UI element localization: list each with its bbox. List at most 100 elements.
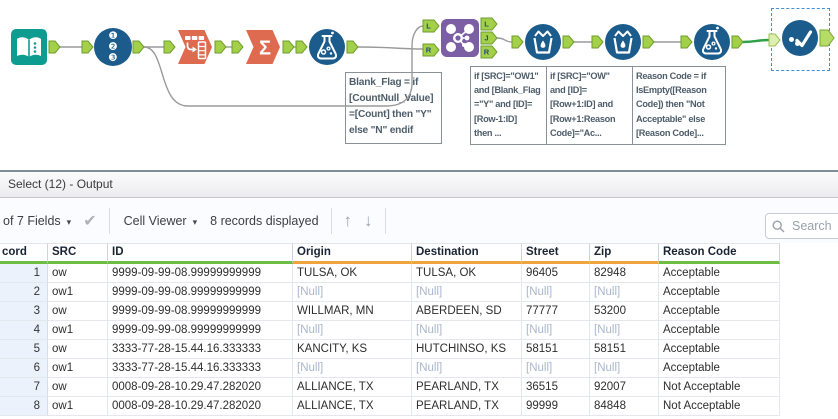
tool-record-id[interactable]: ❶ ❷ ❸ [94, 28, 132, 66]
chevron-down-icon[interactable]: ▾ [193, 217, 198, 228]
table-cell[interactable]: ALLIANCE, TX [293, 397, 412, 416]
table-cell[interactable]: 0008-09-28-10.29.47.282020 [108, 378, 293, 397]
table-cell[interactable]: 3333-77-28-15.44.16.333333 [108, 359, 293, 378]
search-input[interactable] [790, 218, 838, 234]
table-cell[interactable]: 0008-09-28-10.29.47.282020 [108, 397, 293, 416]
row-number[interactable]: 6 [0, 359, 48, 378]
tool-multi-row-formula-2[interactable] [604, 23, 642, 61]
table-cell[interactable]: [Null] [590, 359, 659, 378]
table-cell[interactable]: 9999-09-99-08.99999999999 [108, 264, 293, 283]
table-cell[interactable]: 92007 [590, 378, 659, 397]
apply-check-icon[interactable]: ✔ [83, 211, 96, 231]
connection-formula2-select-highlighted[interactable] [742, 38, 770, 44]
fields-dropdown[interactable]: of 7 Fields [3, 214, 61, 228]
output-anchor-transpose[interactable] [214, 40, 227, 54]
table-cell[interactable]: [Null] [522, 321, 590, 340]
tool-input-data[interactable] [10, 28, 48, 66]
table-cell[interactable]: PEARLAND, TX [412, 397, 522, 416]
tool-summarize[interactable]: Σ [244, 28, 282, 66]
input-anchor-summarize[interactable] [231, 40, 244, 54]
input-anchor-transpose[interactable] [163, 40, 176, 54]
table-cell[interactable]: [Null] [412, 283, 522, 302]
column-header-id[interactable]: ID [108, 243, 293, 264]
search-box[interactable] [765, 213, 838, 239]
table-cell[interactable]: KANCITY, KS [293, 340, 412, 359]
connection-join-multirow1[interactable] [496, 37, 513, 43]
table-row[interactable]: 3 ow 9999-09-99-08.99999999999 WILLMAR, MN A… [0, 302, 780, 321]
row-number[interactable]: 4 [0, 321, 48, 340]
table-cell[interactable]: [Null] [522, 283, 590, 302]
row-number[interactable]: 3 [0, 302, 48, 321]
table-cell[interactable]: Acceptable [659, 359, 780, 378]
row-number[interactable]: 7 [0, 378, 48, 397]
row-number[interactable]: 8 [0, 397, 48, 416]
input-anchor-select[interactable] [768, 33, 781, 47]
table-cell[interactable]: [Null] [590, 283, 659, 302]
table-cell[interactable]: 96405 [522, 264, 590, 283]
table-cell[interactable]: [Null] [293, 283, 412, 302]
chevron-down-icon[interactable]: ▾ [67, 217, 72, 228]
arrow-down-icon[interactable]: ↓ [364, 211, 373, 231]
table-cell[interactable]: ow1 [48, 321, 108, 340]
table-row[interactable]: 6 ow1 3333-77-28-15.44.16.333333 [Null] [Nul… [0, 359, 780, 378]
tool-join[interactable] [440, 18, 480, 58]
table-cell[interactable]: TULSA, OK [293, 264, 412, 283]
column-header-origin[interactable]: Origin [293, 243, 412, 264]
output-anchor-formula2[interactable] [731, 35, 744, 49]
table-cell[interactable]: 58151 [522, 340, 590, 359]
output-anchor-select[interactable] [819, 29, 835, 47]
input-anchor-formula1[interactable] [295, 40, 308, 54]
table-cell[interactable]: Acceptable [659, 283, 780, 302]
tool-transpose[interactable] [176, 28, 214, 66]
table-cell[interactable]: 3333-77-28-15.44.16.333333 [108, 340, 293, 359]
row-number[interactable]: 1 [0, 264, 48, 283]
table-cell[interactable]: [Null] [522, 359, 590, 378]
table-cell[interactable]: WILLMAR, MN [293, 302, 412, 321]
table-cell[interactable]: [Null] [293, 359, 412, 378]
table-cell[interactable]: Not Acceptable [659, 397, 780, 416]
table-cell[interactable]: 58151 [590, 340, 659, 359]
table-cell[interactable]: ALLIANCE, TX [293, 378, 412, 397]
column-header-destination[interactable]: Destination [412, 243, 522, 264]
table-cell[interactable]: ow1 [48, 359, 108, 378]
output-anchor-multirow2[interactable] [642, 35, 655, 49]
table-cell[interactable]: ow1 [48, 283, 108, 302]
join-output-anchor-j[interactable] [480, 31, 498, 45]
output-anchor-summarize[interactable] [282, 40, 295, 54]
table-cell[interactable]: 9999-09-99-08.99999999999 [108, 302, 293, 321]
table-cell[interactable]: [Null] [412, 321, 522, 340]
table-cell[interactable]: [Null] [293, 321, 412, 340]
input-anchor-multirow1[interactable] [511, 35, 524, 49]
row-number[interactable]: 5 [0, 340, 48, 359]
table-cell[interactable]: [Null] [590, 321, 659, 340]
table-cell[interactable]: 77777 [522, 302, 590, 321]
table-cell[interactable]: [Null] [412, 359, 522, 378]
table-cell[interactable]: 53200 [590, 302, 659, 321]
table-cell[interactable]: 36515 [522, 378, 590, 397]
column-header-reason-code[interactable]: Reason Code [659, 243, 780, 264]
table-row[interactable]: 8 ow1 0008-09-28-10.29.47.282020 ALLIANCE, … [0, 397, 780, 416]
table-cell[interactable]: ow [48, 378, 108, 397]
table-cell[interactable]: Acceptable [659, 321, 780, 340]
column-header-cord[interactable]: cord [0, 243, 48, 264]
column-header-zip[interactable]: Zip [590, 243, 659, 264]
table-cell[interactable]: Acceptable [659, 340, 780, 359]
table-cell[interactable]: TULSA, OK [412, 264, 522, 283]
cell-viewer-dropdown[interactable]: Cell Viewer [124, 214, 187, 228]
input-anchor-formula2[interactable] [680, 35, 693, 49]
arrow-up-icon[interactable]: ↑ [344, 211, 353, 231]
output-anchor-input[interactable] [48, 40, 61, 54]
column-header-street[interactable]: Street [522, 243, 590, 264]
table-row[interactable]: 5 ow 3333-77-28-15.44.16.333333 KANCITY, KS… [0, 340, 780, 359]
table-row[interactable]: 1 ow 9999-09-99-08.99999999999 TULSA, OK TUL… [0, 264, 780, 283]
table-row[interactable]: 7 ow 0008-09-28-10.29.47.282020 ALLIANCE, T… [0, 378, 780, 397]
output-anchor-recordid[interactable] [132, 40, 145, 54]
tool-formula-2[interactable] [693, 23, 731, 61]
tool-select[interactable] [781, 19, 819, 57]
table-cell[interactable]: ow [48, 340, 108, 359]
input-anchor-recordid[interactable] [81, 40, 94, 54]
table-cell[interactable]: HUTCHINSO, KS [412, 340, 522, 359]
output-anchor-formula1[interactable] [346, 40, 359, 54]
workflow-canvas[interactable]: Blank_Flag = if [CountNull_Value] =[Coun… [0, 0, 838, 170]
table-cell[interactable]: 82948 [590, 264, 659, 283]
